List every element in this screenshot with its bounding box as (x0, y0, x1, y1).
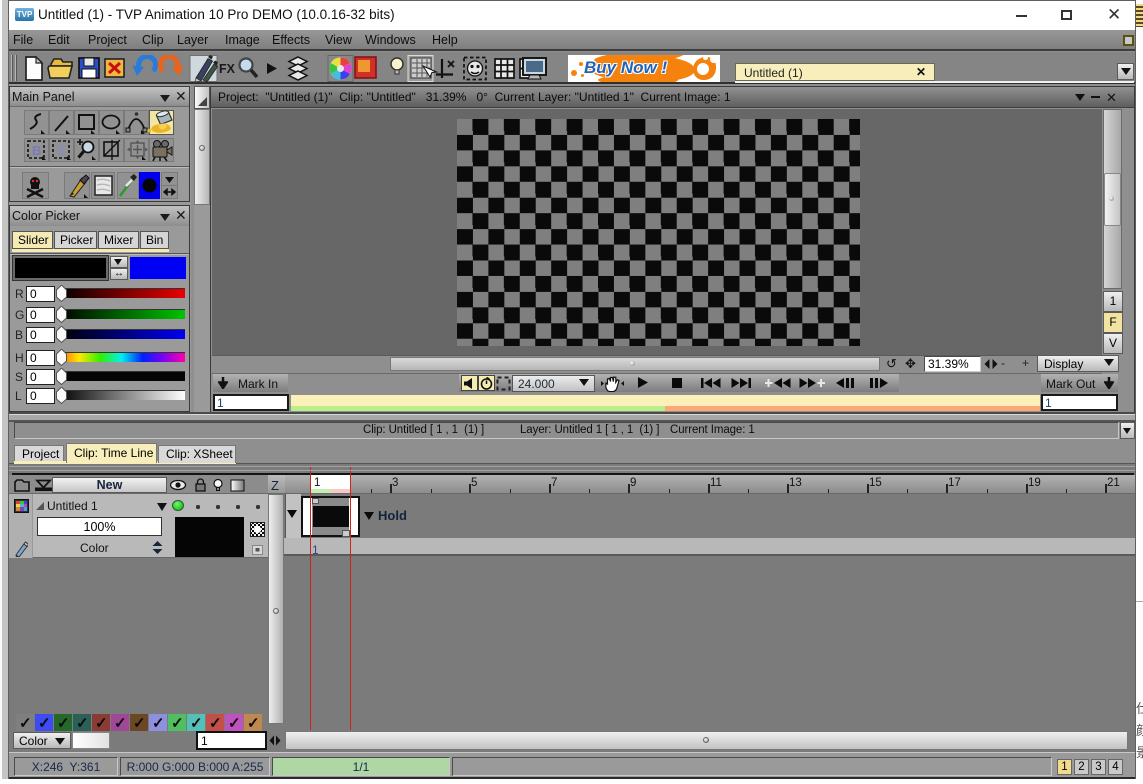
svg-text:FX: FX (219, 62, 236, 76)
svg-text:S: S (57, 143, 66, 158)
svg-text:B: B (32, 143, 41, 158)
